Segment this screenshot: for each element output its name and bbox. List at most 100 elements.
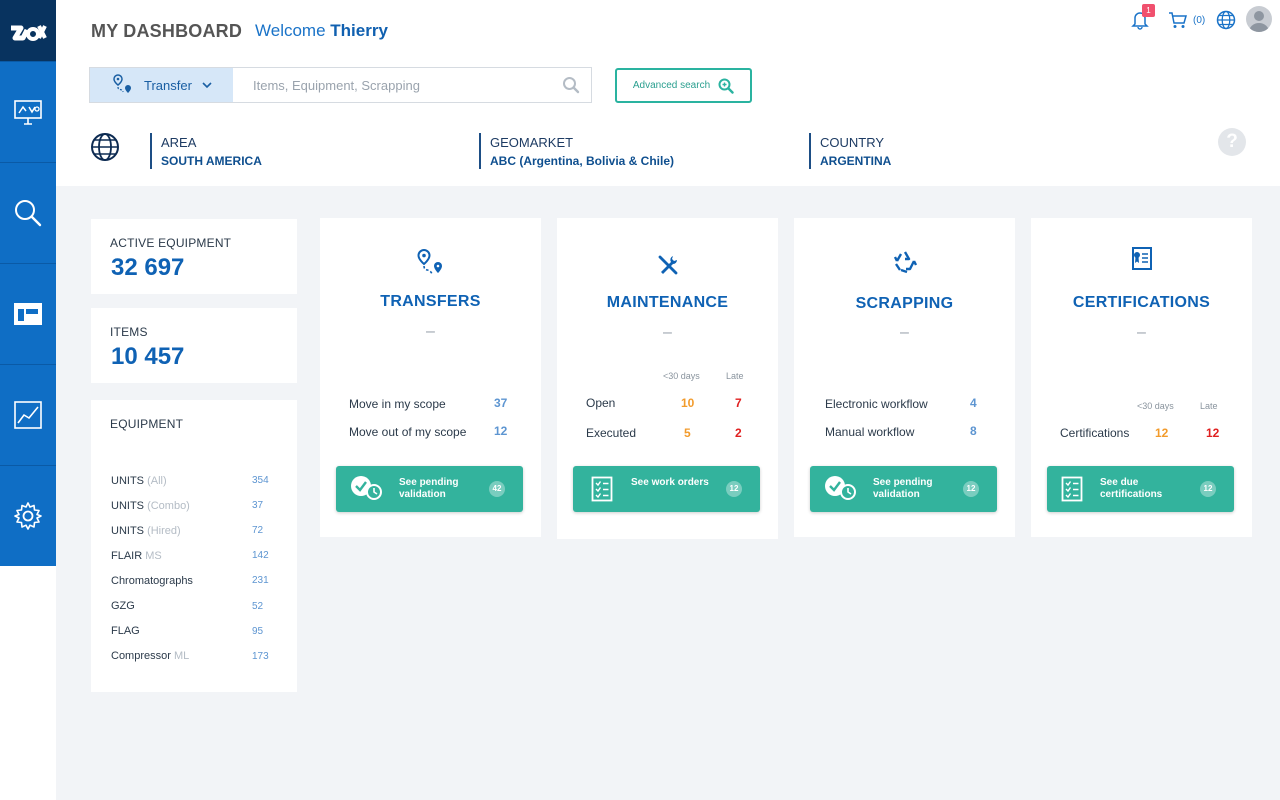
transfers-card: TRANSFERS – Move in my scope 37 Move out… xyxy=(320,218,541,537)
maintenance-value-30days[interactable]: 5 xyxy=(684,426,691,440)
maintenance-col1-header: <30 days xyxy=(663,371,700,381)
help-button[interactable]: ? xyxy=(1218,128,1246,156)
certifications-card: CERTIFICATIONS – <30 days Late Certifica… xyxy=(1031,218,1252,537)
equipment-list: UNITS (All) 354 UNITS (Combo) 37 UNITS (Hi… xyxy=(111,468,276,669)
list-item[interactable]: UNITS (Combo) 37 xyxy=(111,493,276,518)
country-label: COUNTRY xyxy=(820,135,885,150)
transfers-row-value[interactable]: 37 xyxy=(494,396,507,410)
chevron-down-icon xyxy=(202,82,212,89)
equipment-name: UNITS xyxy=(111,524,144,537)
language-globe-icon[interactable] xyxy=(1216,10,1236,30)
certifications-value-late[interactable]: 12 xyxy=(1206,426,1219,440)
advanced-search-label: Advanced search xyxy=(632,80,711,91)
search-mode-label: Transfer xyxy=(144,77,192,93)
equipment-count: 95 xyxy=(252,625,264,637)
checklist-icon xyxy=(1061,476,1083,502)
checklist-icon xyxy=(591,476,613,502)
chart-icon xyxy=(14,401,42,429)
scrapping-dash: – xyxy=(900,324,909,341)
scrapping-row-value[interactable]: 8 xyxy=(970,424,977,438)
equipment-name: FLAG xyxy=(111,625,140,638)
maintenance-title: MAINTENANCE xyxy=(606,294,729,311)
sidebar-item-search[interactable] xyxy=(0,162,56,263)
active-equipment-card: ACTIVE EQUIPMENT 32 697 xyxy=(91,219,297,294)
equipment-qualifier: (All) xyxy=(147,474,167,487)
transfers-row-label: Move in my scope xyxy=(349,397,446,411)
welcome-prefix: Welcome xyxy=(255,21,326,40)
certifications-value-30days[interactable]: 12 xyxy=(1155,426,1168,440)
certifications-icon-wrap xyxy=(1031,246,1252,272)
button-label: See pending validation xyxy=(399,477,459,500)
certifications-dash: – xyxy=(1137,324,1146,341)
advanced-search-icon xyxy=(718,78,734,94)
button-label: See due certifications xyxy=(1100,477,1163,500)
equipment-qualifier: ML xyxy=(173,650,190,663)
logo-icon xyxy=(11,24,47,41)
button-count-badge: 12 xyxy=(1200,481,1216,497)
equipment-count: 354 xyxy=(252,475,269,487)
certificate-icon xyxy=(1131,247,1152,270)
check-clock-icon xyxy=(351,476,382,500)
button-label: See work orders xyxy=(631,477,709,488)
advanced-search-button[interactable]: Advanced search xyxy=(615,68,752,103)
certifications-col1-header: <30 days xyxy=(1137,401,1174,411)
sidebar-item-analytics[interactable] xyxy=(0,364,56,465)
sidebar-item-settings[interactable] xyxy=(0,465,56,566)
maintenance-row-label: Executed xyxy=(586,426,637,440)
see-work-orders-button[interactable]: See work orders 12 xyxy=(573,466,760,512)
sidebar-item-presentation[interactable] xyxy=(0,61,56,162)
button-count-badge: 42 xyxy=(489,481,505,497)
equipment-name: UNITS xyxy=(111,474,144,487)
equipment-name: Compressor xyxy=(111,650,171,663)
see-pending-validation-button[interactable]: See pending validation 12 xyxy=(810,466,997,512)
area-block: AREA SOUTH AMERICA xyxy=(150,133,262,169)
transfers-row-value[interactable]: 12 xyxy=(494,424,507,438)
globe-icon xyxy=(91,133,119,161)
area-value: SOUTH AMERICA xyxy=(161,154,262,168)
avatar[interactable] xyxy=(1246,6,1272,32)
transfers-icon-wrap xyxy=(320,248,541,278)
equipment-count: 231 xyxy=(252,575,269,587)
maintenance-col2-header: Late xyxy=(726,371,744,381)
list-item[interactable]: Chromatographs 231 xyxy=(111,568,276,593)
search-bar: Transfer xyxy=(89,67,592,103)
maintenance-value-30days[interactable]: 10 xyxy=(681,396,694,410)
see-pending-validation-button[interactable]: See pending validation 42 xyxy=(336,466,523,512)
maintenance-row-label: Open xyxy=(586,396,616,410)
certifications-title: CERTIFICATIONS xyxy=(1072,294,1211,311)
search-input[interactable] xyxy=(233,68,551,102)
search-mode-dropdown[interactable]: Transfer xyxy=(90,68,233,102)
maintenance-value-late[interactable]: 7 xyxy=(735,396,742,410)
see-due-certifications-button[interactable]: See due certifications 12 xyxy=(1047,466,1234,512)
sidebar xyxy=(0,0,56,800)
sidebar-item-dashboard[interactable] xyxy=(0,263,56,364)
scrapping-row-label: Electronic workflow xyxy=(825,397,928,411)
list-item[interactable]: Compressor ML 173 xyxy=(111,644,276,669)
scrapping-row-label: Manual workflow xyxy=(825,425,915,439)
settings-icon xyxy=(14,502,42,530)
button-count-badge: 12 xyxy=(963,481,979,497)
cart-icon[interactable] xyxy=(1168,10,1188,30)
equipment-count: 173 xyxy=(252,650,269,662)
notification-badge: 1 xyxy=(1142,4,1155,17)
country-block: COUNTRY ARGENTINA xyxy=(809,133,891,169)
maintenance-value-late[interactable]: 2 xyxy=(735,426,742,440)
presentation-icon xyxy=(14,100,42,125)
geomarket-label: GEOMARKET xyxy=(490,135,574,150)
search-button[interactable] xyxy=(551,68,591,102)
list-item[interactable]: UNITS (All) 354 xyxy=(111,468,276,493)
maintenance-icon-wrap xyxy=(557,254,778,276)
geomarket-value: ABC (Argentina, Bolivia & Chile) xyxy=(490,154,675,168)
transfers-title: TRANSFERS xyxy=(380,293,481,310)
list-item[interactable]: FLAG 95 xyxy=(111,619,276,644)
list-item[interactable]: GZG 52 xyxy=(111,593,276,618)
equipment-name: FLAIR xyxy=(111,549,143,562)
list-item[interactable]: FLAIR MS 142 xyxy=(111,543,276,568)
app-logo[interactable] xyxy=(0,0,56,61)
scrapping-row-value[interactable]: 4 xyxy=(970,396,977,410)
tools-icon xyxy=(658,255,677,275)
items-value: 10 457 xyxy=(111,343,185,370)
equipment-qualifier: MS xyxy=(145,549,162,562)
header: MY DASHBOARD Welcome Thierry 1 (0) Trans… xyxy=(56,0,1280,186)
list-item[interactable]: UNITS (Hired) 72 xyxy=(111,518,276,543)
